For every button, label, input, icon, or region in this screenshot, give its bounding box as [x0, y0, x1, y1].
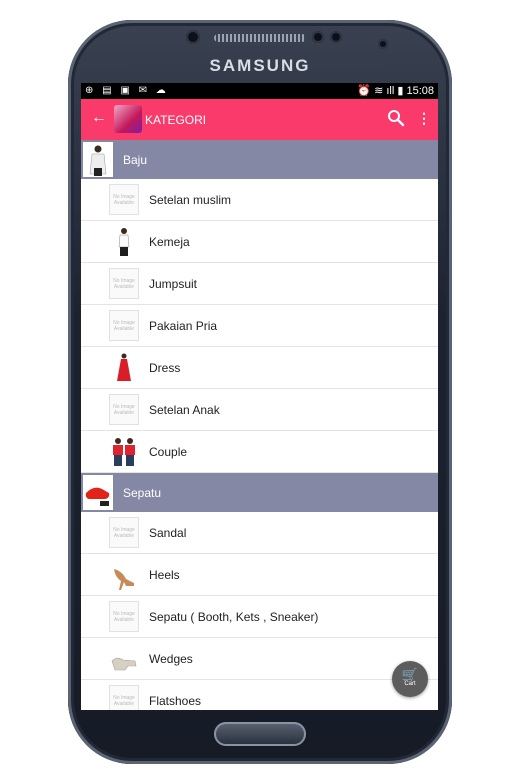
no-image-placeholder: No Image Available [109, 268, 139, 299]
shirt-thumbnail [83, 142, 113, 177]
cart-icon: 🛒 [401, 667, 419, 682]
item-label: Wedges [149, 652, 193, 666]
list-item[interactable]: Kemeja [81, 221, 438, 263]
no-image-placeholder: No Image Available [109, 685, 139, 710]
list-item[interactable]: No Image Available Setelan muslim [81, 179, 438, 221]
item-label: Setelan muslim [149, 193, 232, 207]
shoe-thumbnail [83, 475, 113, 510]
list-item[interactable]: No Image Available Pakaian Pria [81, 305, 438, 347]
list-item[interactable]: No Image Available Flatshoes [81, 680, 438, 710]
section-title: Baju [123, 153, 148, 167]
item-label: Dress [149, 361, 181, 375]
search-icon[interactable] [386, 108, 406, 128]
status-bar: ⊕ ▤ ▣ ✉ ☁ ⏰ ≋ ıll ▮ 15:08 [81, 83, 438, 99]
cart-label: Cart [404, 681, 416, 687]
item-label: Flatshoes [149, 694, 202, 708]
list-item[interactable]: No Image Available Sepatu ( Booth, Kets … [81, 596, 438, 638]
item-label: Sandal [149, 526, 187, 540]
home-button[interactable] [214, 722, 306, 746]
section-header-baju[interactable]: Baju [81, 140, 438, 179]
cart-button[interactable]: 🛒 Cart [392, 661, 428, 697]
list-item[interactable]: Heels [81, 554, 438, 596]
item-label: Setelan Anak [149, 403, 220, 417]
list-item[interactable]: Wedges [81, 638, 438, 680]
no-image-placeholder: No Image Available [109, 310, 139, 341]
wedges-thumbnail [111, 657, 137, 671]
list-item[interactable]: No Image Available Setelan Anak [81, 389, 438, 431]
item-label: Jumpsuit [149, 277, 198, 291]
no-image-placeholder: No Image Available [109, 601, 139, 632]
kemeja-thumbnail [118, 228, 130, 256]
heels-thumbnail [114, 569, 134, 590]
item-label: Couple [149, 445, 188, 459]
sensor-icon [330, 31, 342, 43]
list-item[interactable]: Dress [81, 347, 438, 389]
page-title: KATEGORI [145, 113, 207, 127]
item-label: Heels [149, 568, 180, 582]
section-title: Sepatu [123, 486, 162, 500]
back-arrow-icon[interactable]: ← [91, 109, 107, 127]
list-item[interactable]: No Image Available Jumpsuit [81, 263, 438, 305]
item-label: Pakaian Pria [149, 319, 218, 333]
app-bar: ← KATEGORI ⋮ [81, 99, 438, 140]
camera-icon [378, 39, 388, 49]
more-options-icon[interactable]: ⋮ [417, 110, 431, 127]
status-right: ⏰ ≋ ıll ▮ 15:08 [357, 85, 434, 97]
item-label: Sepatu ( Booth, Kets , Sneaker) [149, 610, 319, 624]
no-image-placeholder: No Image Available [109, 184, 139, 215]
no-image-placeholder: No Image Available [109, 394, 139, 425]
front-camera-icon [186, 30, 200, 44]
no-image-placeholder: No Image Available [109, 517, 139, 548]
app-logo [114, 105, 142, 133]
earpiece [214, 34, 306, 42]
item-label: Kemeja [149, 235, 190, 249]
section-header-sepatu[interactable]: Sepatu [81, 473, 438, 512]
device-brand: SAMSUNG [209, 56, 311, 75]
list-item[interactable]: Couple [81, 431, 438, 473]
dress-thumbnail [117, 353, 131, 381]
screen: ⊕ ▤ ▣ ✉ ☁ ⏰ ≋ ıll ▮ 15:08 ← KATEGORI ⋮ B… [81, 83, 438, 710]
notification-icons: ⊕ ▤ ▣ ✉ ☁ [85, 85, 169, 96]
sensor-icon [312, 31, 324, 43]
couple-thumbnail [113, 438, 135, 466]
list-item[interactable]: No Image Available Sandal [81, 512, 438, 554]
